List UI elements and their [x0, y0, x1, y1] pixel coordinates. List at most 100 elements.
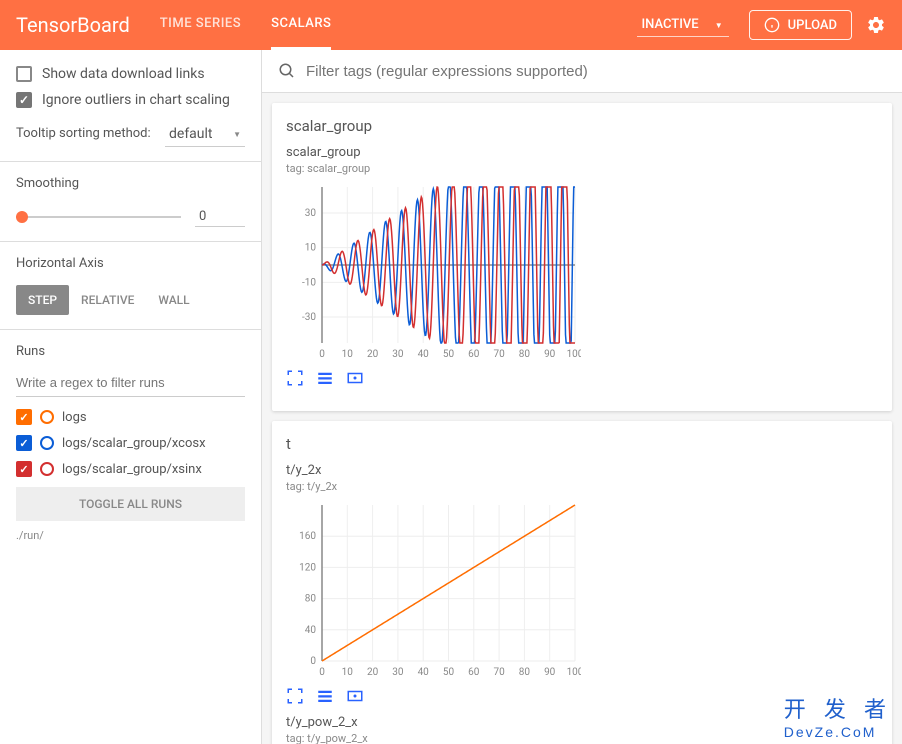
svg-text:0: 0	[319, 349, 325, 360]
axis-step-button[interactable]: STEP	[16, 285, 69, 315]
svg-text:40: 40	[418, 349, 430, 360]
nav-tabs: TIME SERIES SCALARS	[160, 0, 332, 50]
gear-icon[interactable]	[866, 15, 886, 35]
divider	[0, 329, 261, 330]
svg-text:0: 0	[319, 667, 325, 678]
run-label: logs/scalar_group/xcosx	[62, 436, 206, 451]
ignore-outliers-label: Ignore outliers in chart scaling	[42, 92, 230, 108]
svg-text:20: 20	[367, 667, 379, 678]
svg-text:60: 60	[468, 667, 480, 678]
svg-text:100: 100	[567, 349, 581, 360]
svg-text:90: 90	[544, 667, 556, 678]
toggle-all-runs-button[interactable]: TOGGLE ALL RUNS	[16, 487, 245, 521]
fit-domain-icon[interactable]	[346, 687, 364, 705]
group-t: t t/y_2x tag: t/y_2x 0102030405060708090…	[272, 421, 892, 744]
run-label: logs/scalar_group/xsinx	[62, 462, 202, 477]
search-bar	[262, 50, 902, 93]
axis-button-group: STEP RELATIVE WALL	[16, 285, 245, 315]
ignore-outliers-checkbox[interactable]	[16, 92, 32, 108]
svg-text:50: 50	[443, 349, 455, 360]
main-panel: scalar_group scalar_group tag: scalar_gr…	[262, 50, 902, 744]
run-checkbox[interactable]	[16, 461, 32, 477]
run-row: logs/scalar_group/xcosx	[16, 435, 245, 451]
svg-text:120: 120	[299, 562, 316, 573]
chart-toolbar	[286, 369, 581, 387]
fullscreen-icon[interactable]	[286, 369, 304, 387]
fullscreen-icon[interactable]	[286, 687, 304, 705]
group-title: scalar_group	[286, 117, 878, 135]
axis-wall-button[interactable]: WALL	[146, 285, 201, 315]
svg-text:60: 60	[468, 349, 480, 360]
run-checkbox[interactable]	[16, 435, 32, 451]
axis-relative-button[interactable]: RELATIVE	[69, 285, 146, 315]
tag-filter-input[interactable]	[306, 63, 886, 80]
ignore-outliers-row: Ignore outliers in chart scaling	[16, 92, 245, 108]
svg-text:20: 20	[367, 349, 379, 360]
run-color-icon	[40, 436, 54, 450]
search-icon	[278, 62, 296, 80]
svg-text:70: 70	[493, 667, 505, 678]
run-row: logs	[16, 409, 245, 425]
chart-tag: tag: t/y_2x	[286, 480, 581, 493]
svg-text:160: 160	[299, 531, 316, 542]
group-scalar: scalar_group scalar_group tag: scalar_gr…	[272, 103, 892, 411]
divider	[0, 161, 261, 162]
divider	[0, 241, 261, 242]
run-label: logs	[62, 410, 87, 425]
tooltip-sort-row: Tooltip sorting method: default	[16, 122, 245, 147]
show-download-label: Show data download links	[42, 66, 205, 82]
inactive-select[interactable]: INACTIVE	[637, 13, 728, 37]
chart-y2x: t/y_2x tag: t/y_2x 010203040506070809010…	[286, 463, 581, 705]
svg-text:30: 30	[392, 667, 404, 678]
slider-thumb[interactable]	[16, 211, 28, 223]
run-color-icon	[40, 410, 54, 424]
smoothing-slider[interactable]	[16, 216, 181, 218]
chart-title: scalar_group	[286, 145, 581, 160]
svg-text:-10: -10	[302, 277, 316, 288]
svg-text:40: 40	[305, 625, 317, 636]
chart-title: t/y_pow_2_x	[286, 715, 581, 730]
smoothing-row: 0	[16, 207, 245, 227]
svg-text:80: 80	[519, 349, 531, 360]
chart-svg[interactable]: 010203040506070809010004080120160	[286, 499, 581, 679]
upload-label: UPLOAD	[788, 18, 837, 33]
chart-ypow2x: t/y_pow_2_x tag: t/y_pow_2_x 02040608010…	[286, 715, 581, 744]
runs-filter-input[interactable]	[16, 369, 245, 397]
svg-text:80: 80	[305, 594, 317, 605]
run-color-icon	[40, 462, 54, 476]
svg-text:40: 40	[418, 667, 430, 678]
svg-text:30: 30	[305, 208, 317, 219]
svg-text:100: 100	[567, 667, 581, 678]
tab-time-series[interactable]: TIME SERIES	[160, 0, 241, 50]
svg-text:30: 30	[392, 349, 404, 360]
show-download-row: Show data download links	[16, 66, 245, 82]
info-icon	[764, 17, 780, 33]
svg-text:70: 70	[493, 349, 505, 360]
runs-path: ./run/	[16, 529, 245, 542]
svg-text:50: 50	[443, 667, 455, 678]
logo: TensorBoard	[16, 13, 130, 37]
upload-button[interactable]: UPLOAD	[749, 10, 852, 40]
chart-svg[interactable]: 0102030405060708090100-30-101030	[286, 181, 581, 361]
svg-text:10: 10	[342, 349, 354, 360]
log-scale-icon[interactable]	[316, 369, 334, 387]
sidebar: Show data download links Ignore outliers…	[0, 50, 262, 744]
runs-label: Runs	[16, 344, 245, 359]
log-scale-icon[interactable]	[316, 687, 334, 705]
chart-scalar-group: scalar_group tag: scalar_group 010203040…	[286, 145, 581, 387]
chart-tag: tag: t/y_pow_2_x	[286, 732, 581, 744]
tooltip-sort-label: Tooltip sorting method:	[16, 126, 151, 143]
svg-text:-30: -30	[302, 312, 316, 323]
tooltip-sort-select[interactable]: default	[165, 122, 245, 147]
run-checkbox[interactable]	[16, 409, 32, 425]
fit-domain-icon[interactable]	[346, 369, 364, 387]
svg-text:0: 0	[310, 656, 316, 667]
app-header: TensorBoard TIME SERIES SCALARS INACTIVE…	[0, 0, 902, 50]
show-download-checkbox[interactable]	[16, 66, 32, 82]
smoothing-value[interactable]: 0	[195, 207, 245, 227]
tab-scalars[interactable]: SCALARS	[271, 0, 331, 50]
svg-text:90: 90	[544, 349, 556, 360]
smoothing-label: Smoothing	[16, 176, 245, 191]
group-title: t	[286, 435, 878, 453]
chart-title: t/y_2x	[286, 463, 581, 478]
